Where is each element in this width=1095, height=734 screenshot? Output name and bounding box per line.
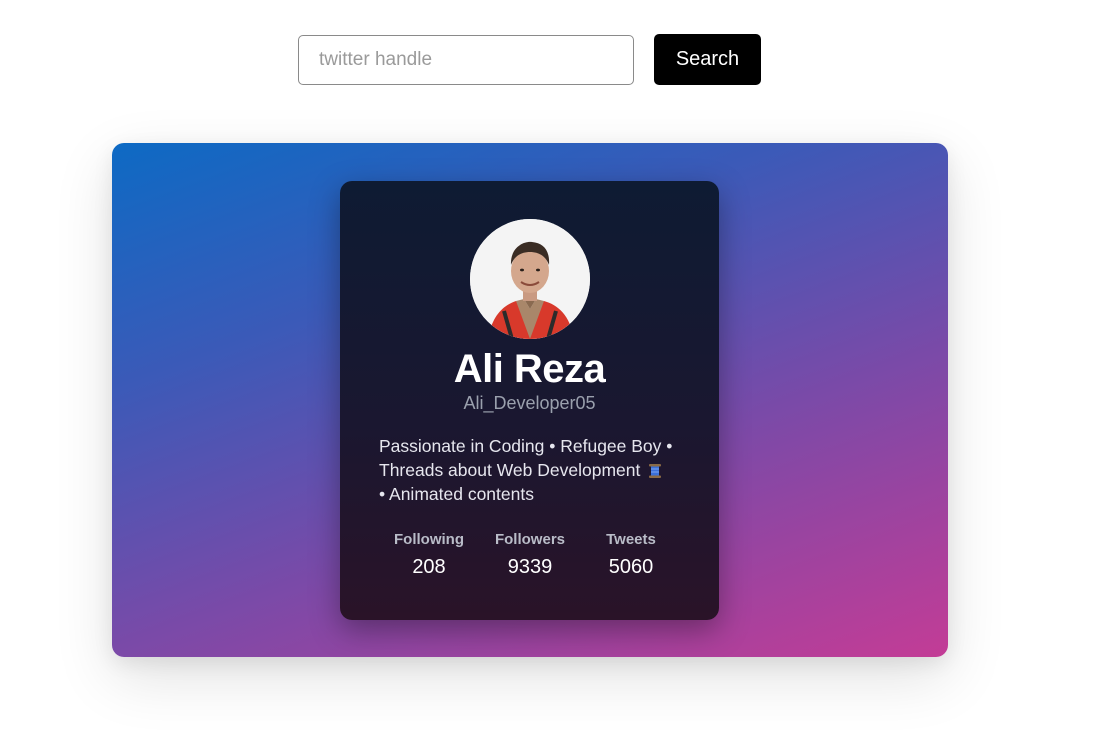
bio-line: Threads about Web Development [379, 458, 694, 482]
bio-line: Passionate in Coding • Refugee Boy • [379, 436, 673, 456]
stat-tweets: Tweets 5060 [581, 531, 681, 579]
stat-value: 208 [412, 556, 446, 578]
search-bar: Search [298, 34, 761, 85]
search-input[interactable] [298, 34, 634, 85]
profile-banner: Ali Reza Ali_Developer05 Passionate in C… [112, 143, 948, 657]
profile-bio: Passionate in Coding • Refugee Boy • Thr… [379, 434, 694, 506]
bio-line-text: Threads about Web Development [379, 460, 641, 480]
profile-card: Ali Reza Ali_Developer05 Passionate in C… [340, 181, 719, 620]
stat-following: Following 208 [379, 531, 479, 579]
profile-handle: Ali_Developer05 [463, 393, 596, 413]
stat-label: Followers [494, 531, 565, 548]
avatar-photo [470, 219, 590, 339]
thread-spool-icon [649, 460, 662, 478]
stat-label: Tweets [606, 531, 656, 548]
profile-stats: Following 208 Followers 9339 Tweets 5060 [379, 531, 681, 579]
stat-value: 5060 [608, 556, 654, 578]
stat-followers: Followers 9339 [480, 531, 580, 579]
bio-line: • Animated contents [379, 484, 534, 504]
avatar [470, 219, 590, 339]
stat-value: 9339 [507, 556, 553, 578]
profile-name: Ali Reza [453, 347, 606, 391]
stat-label: Following [394, 531, 464, 548]
search-button[interactable]: Search [654, 34, 761, 85]
